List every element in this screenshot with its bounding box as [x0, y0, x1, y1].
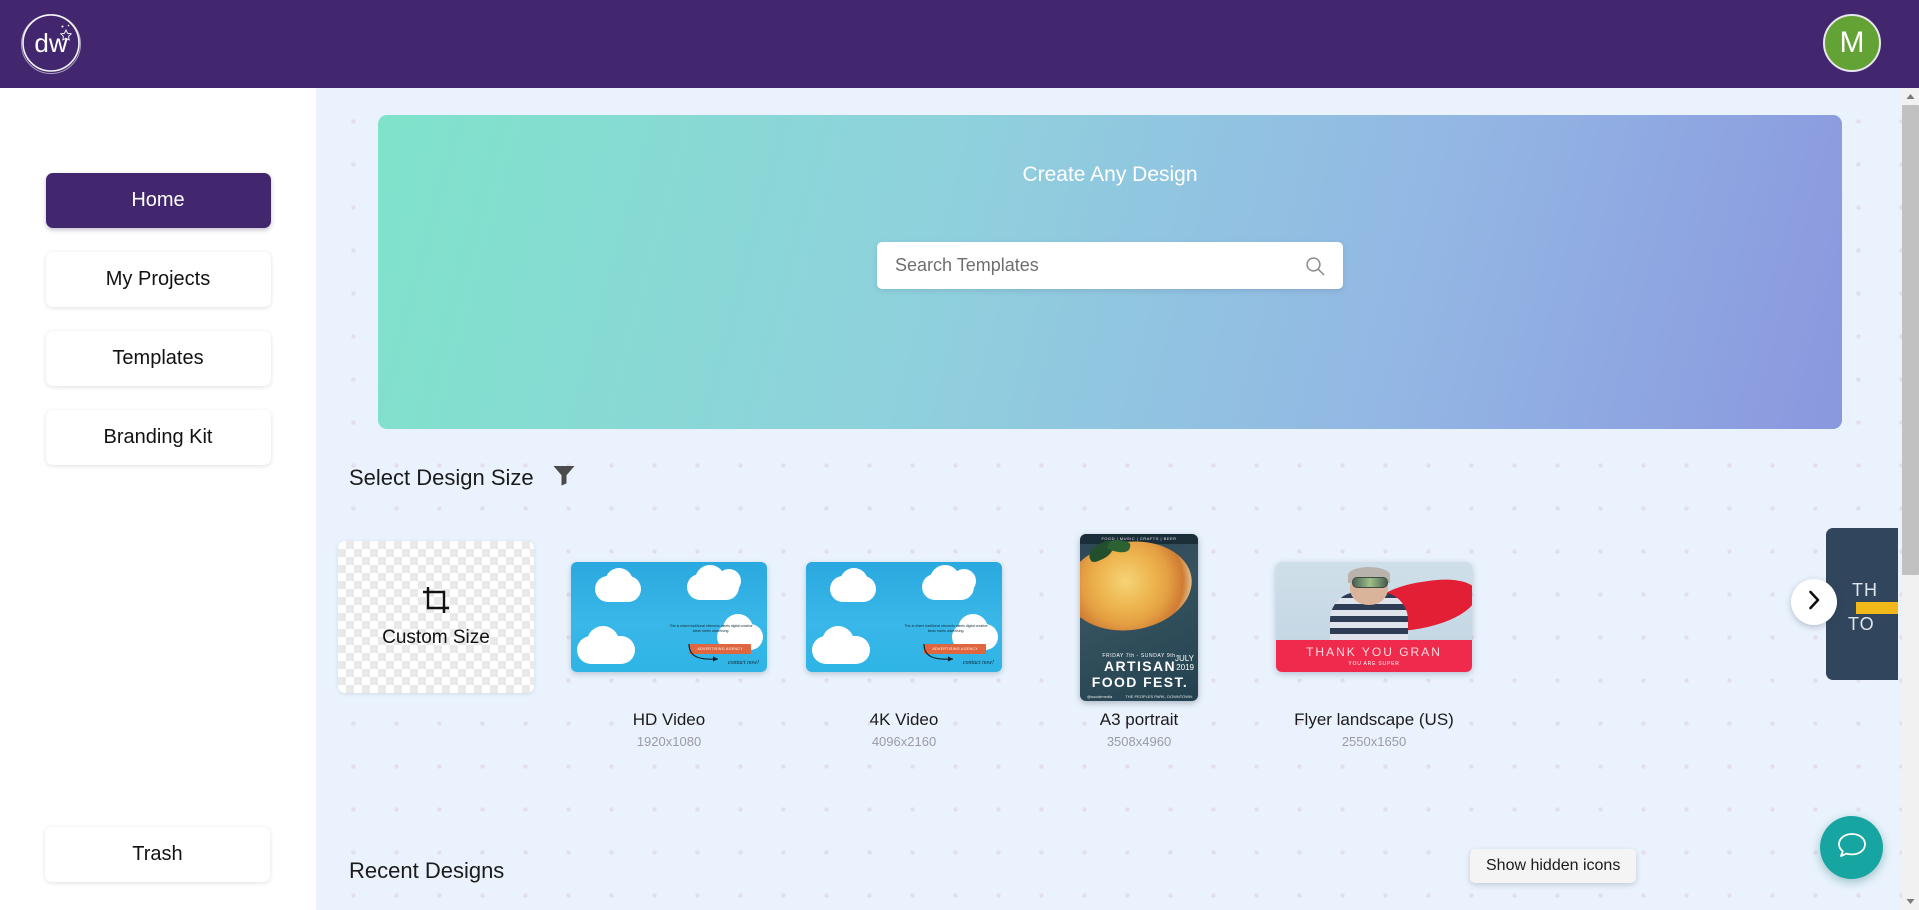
thumb-cta-text: contact now! — [727, 660, 759, 666]
chat-button[interactable] — [1820, 816, 1883, 879]
sidebar: Home My Projects Templates Branding Kit … — [0, 88, 316, 910]
avatar[interactable]: M — [1823, 14, 1881, 72]
sidebar-item-label: Trash — [132, 843, 183, 865]
sidebar-item-trash[interactable]: Trash — [45, 827, 270, 882]
custom-size-label: Custom Size — [382, 627, 490, 648]
sidebar-item-label: Templates — [112, 347, 204, 369]
avatar-initial: M — [1839, 26, 1865, 59]
poster-thumbnail: FOOD | MUSIC | CRAFTS | BEER JULY 2019 F… — [1080, 533, 1198, 701]
search-input[interactable] — [877, 255, 1304, 276]
thumb-cta-text: contact now! — [962, 660, 994, 666]
hero-banner: Create Any Design — [378, 115, 1842, 429]
main-content: Create Any Design Select Design Size — [316, 88, 1903, 910]
flyer-thumbnail: THANK YOU GRAN YOU ARE SUPER — [1276, 562, 1472, 672]
curved-arrow-icon — [688, 643, 719, 662]
thumb-body-text: This is where traditional elements meets… — [904, 624, 988, 634]
carousel-next-button[interactable] — [1791, 579, 1837, 625]
flyer-subline: YOU ARE SUPER — [1348, 661, 1400, 667]
scroll-down-arrow[interactable] — [1902, 893, 1919, 910]
sidebar-item-label: Branding Kit — [103, 426, 213, 448]
design-size-card-a3-portrait[interactable]: FOOD | MUSIC | CRAFTS | BEER JULY 2019 F… — [1041, 528, 1237, 749]
card-dimensions: 3508x4960 — [1106, 734, 1172, 749]
poster-line1: ARTISAN — [1103, 658, 1177, 675]
filter-funnel-icon[interactable] — [552, 464, 576, 491]
chevron-right-icon — [1803, 589, 1825, 616]
thumbnail: FOOD | MUSIC | CRAFTS | BEER JULY 2019 F… — [1041, 528, 1237, 706]
partial-card-line1: TH — [1852, 580, 1878, 600]
dw-circle-logo[interactable]: dw — [16, 8, 86, 78]
scrollbar-thumb[interactable] — [1902, 105, 1919, 575]
sidebar-nav: Home My Projects Templates Branding Kit — [0, 173, 316, 489]
card-dimensions: 4096x2160 — [871, 734, 937, 749]
card-title: HD Video — [632, 710, 706, 729]
design-size-card-flyer-landscape[interactable]: THANK YOU GRAN YOU ARE SUPER Flyer lands… — [1276, 528, 1472, 749]
sidebar-item-label: My Projects — [105, 268, 211, 290]
card-title: A3 portrait — [1099, 710, 1179, 729]
sidebar-item-my-projects[interactable]: My Projects — [45, 252, 271, 307]
chat-bubble-icon — [1835, 828, 1869, 867]
sidebar-item-label: Home — [131, 189, 185, 211]
crop-icon — [421, 585, 451, 620]
thumbnail: Custom Size — [338, 528, 534, 706]
card-dimensions: 2550x1650 — [1341, 734, 1407, 749]
template-search-box[interactable] — [877, 242, 1343, 289]
sidebar-item-branding-kit[interactable]: Branding Kit — [45, 410, 271, 465]
flyer-headline: THANK YOU GRAN — [1306, 645, 1442, 659]
partial-card-line2: TO — [1848, 614, 1875, 634]
thumbnail: This is where traditional elements meets… — [806, 528, 1002, 706]
video-thumbnail: This is where traditional elements meets… — [806, 562, 1002, 672]
page-title: Select Design Size — [349, 464, 534, 490]
custom-size-tile[interactable]: Custom Size — [338, 541, 534, 693]
search-icon[interactable] — [1304, 255, 1343, 277]
design-size-card-custom[interactable]: Custom Size — [338, 528, 534, 706]
design-size-carousel: Custom Size This is where traditional el… — [316, 528, 1903, 788]
vertical-scrollbar[interactable] — [1902, 88, 1919, 910]
show-hidden-icons-tooltip: Show hidden icons — [1470, 849, 1637, 883]
design-size-card-hd-video[interactable]: This is where traditional elements meets… — [571, 528, 767, 749]
svg-text:dw: dw — [34, 28, 67, 58]
card-title: Flyer landscape (US) — [1294, 710, 1454, 729]
thumbnail: THANK YOU GRAN YOU ARE SUPER — [1276, 528, 1472, 706]
hero-title: Create Any Design — [1022, 163, 1198, 186]
select-design-size-header: Select Design Size — [349, 464, 576, 491]
top-bar: dw M — [0, 0, 1919, 88]
poster-line2: FOOD FEST. — [1091, 673, 1189, 690]
sidebar-item-home[interactable]: Home — [45, 173, 271, 228]
card-dimensions: 1920x1080 — [636, 734, 702, 749]
scroll-up-arrow[interactable] — [1902, 88, 1919, 105]
video-thumbnail: This is where traditional elements meets… — [571, 562, 767, 672]
design-size-card-4k-video[interactable]: This is where traditional elements meets… — [806, 528, 1002, 749]
recent-designs-header: Recent Designs — [349, 858, 505, 883]
poster-venue: THE PEOPLES PARK, DOWNTOWN. — [1125, 693, 1193, 699]
thumb-body-text: This is where traditional elements meets… — [669, 624, 753, 634]
card-title: 4K Video — [869, 710, 939, 729]
poster-handle: @socialmedia — [1087, 693, 1113, 699]
sidebar-item-templates[interactable]: Templates — [45, 331, 271, 386]
curved-arrow-icon — [923, 643, 954, 662]
thumbnail: This is where traditional elements meets… — [571, 528, 767, 706]
